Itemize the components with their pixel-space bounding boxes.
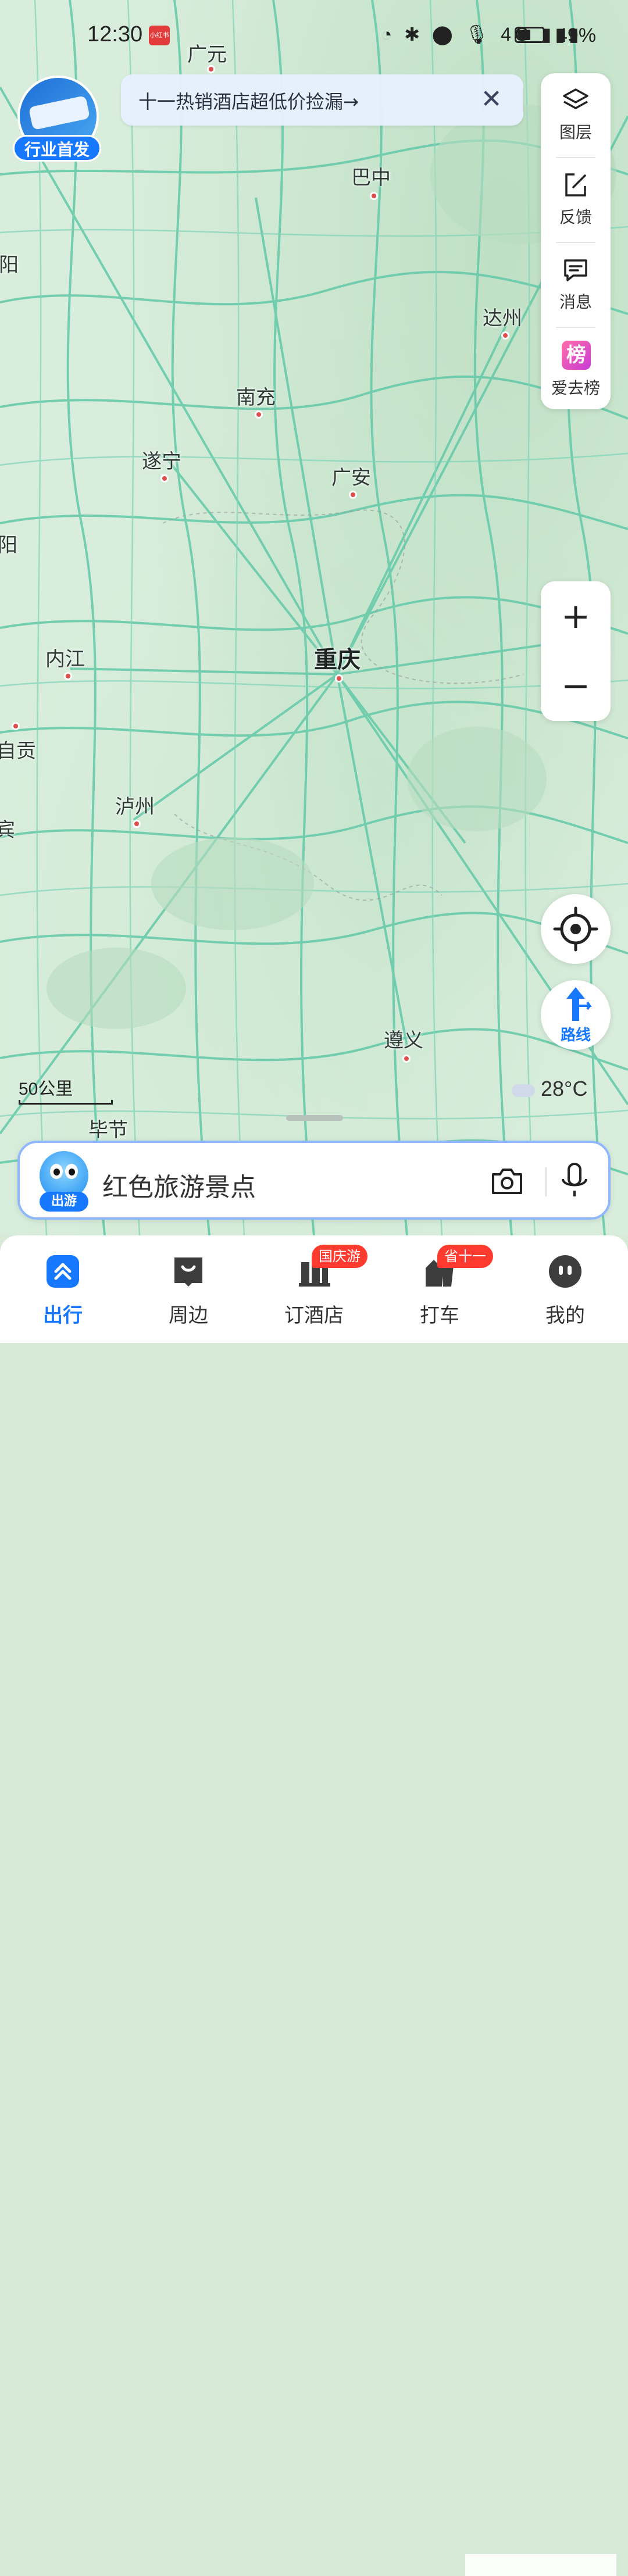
banner-text[interactable]: 十一热销酒店超低价捡漏→ — [138, 87, 359, 114]
city-dot — [12, 722, 20, 730]
route-arrow-icon — [566, 987, 592, 1021]
city-label-partial[interactable]: 宾 — [0, 814, 15, 842]
watermark-overlay — [465, 2554, 616, 2576]
feedback-icon — [565, 173, 586, 196]
city-dot — [501, 331, 509, 340]
bottom-nav: 出行 周边 订酒店 国庆游 打车 省十一 我的 — [0, 1235, 628, 2576]
layers-icon — [563, 88, 588, 109]
status-time: 12:30 — [87, 22, 143, 47]
temperature: 28°C — [541, 1077, 588, 1101]
profile-icon — [549, 1255, 581, 1288]
city-label-neijiang[interactable]: 内江 — [45, 643, 85, 671]
city-label-suining[interactable]: 遂宁 — [142, 445, 181, 474]
divider — [556, 327, 595, 328]
city-dot — [255, 410, 263, 419]
road-network — [0, 0, 628, 1235]
promo-avatar[interactable]: 行业首发 — [13, 76, 101, 163]
promo-tag: 行业首发 — [13, 135, 101, 162]
city-label-guangan[interactable]: 广安 — [331, 462, 371, 490]
nearby-icon — [174, 1257, 202, 1287]
scale-label: 50公里 — [19, 1080, 73, 1099]
promo-banner[interactable]: 十一热销酒店超低价捡漏→ ✕ — [121, 74, 523, 126]
weather-widget[interactable]: 28°C — [512, 1077, 587, 1101]
city-label-bijie[interactable]: 毕节 — [88, 1114, 128, 1142]
city-dot — [370, 192, 378, 200]
city-dot — [160, 474, 169, 483]
route-button[interactable]: 路线 — [541, 980, 611, 1050]
city-label-chongqing[interactable]: 重庆 — [314, 641, 361, 674]
messages-button[interactable]: 消息 — [541, 243, 611, 319]
city-label-zunyi[interactable]: 遵义 — [384, 1024, 423, 1053]
zoom-in-button[interactable]: + — [541, 581, 611, 651]
city-dot — [64, 672, 72, 680]
nav-item-nearby[interactable]: 周边 — [130, 1235, 247, 1343]
layers-button[interactable]: 图层 — [541, 73, 611, 149]
feedback-button[interactable]: 反馈 — [541, 158, 611, 234]
close-icon[interactable]: ✕ — [477, 85, 506, 114]
city-label-bazhong[interactable]: 巴中 — [351, 162, 391, 190]
city-dot-chongqing — [335, 674, 343, 683]
message-icon — [564, 259, 587, 281]
tool-label: 图层 — [559, 123, 592, 142]
search-placeholder[interactable]: 红色旅游景点 — [102, 1166, 256, 1203]
nav-item-hotel[interactable]: 订酒店 国庆游 — [256, 1235, 372, 1343]
mascot-tag: 出游 — [40, 1192, 88, 1212]
city-label-nanchong[interactable]: 南充 — [236, 381, 276, 410]
drag-handle[interactable] — [286, 1115, 343, 1121]
map-scale: 50公里 — [19, 1074, 113, 1105]
ranking-icon: 榜 — [562, 341, 591, 370]
city-label-luzhou[interactable]: 泸州 — [115, 791, 155, 819]
city-dot — [349, 491, 357, 499]
nav-label: 订酒店 — [284, 1304, 344, 1327]
tool-label: 消息 — [559, 292, 592, 312]
nav-item-mine[interactable]: 我的 — [507, 1235, 623, 1343]
city-label-partial[interactable]: 阳 — [0, 249, 19, 277]
city-label-zigong[interactable]: 自贡 — [0, 735, 36, 763]
cloud-icon — [512, 1084, 535, 1097]
city-label-dazhou[interactable]: 达州 — [483, 302, 522, 331]
app-notification-icon: 小红书 — [149, 26, 170, 45]
map-canvas[interactable]: 广元 巴中 达州 南充 遂宁 广安 重庆 内江 自贡 泸州 遵义 毕节 阳 阳 … — [0, 0, 628, 1235]
battery-percent: 49% — [556, 24, 597, 47]
status-icons: ◔ ✱ ⬤ 🎙 4G ▮▮▮ — [381, 24, 583, 45]
city-dot — [402, 1055, 411, 1063]
status-bar: 12:30 小红书 ◔ ✱ ⬤ 🎙 4G ▮▮▮ 49% — [0, 0, 628, 70]
route-label: 路线 — [560, 1027, 591, 1044]
divider — [545, 1167, 547, 1196]
city-dot — [133, 820, 141, 828]
nav-item-taxi[interactable]: 打车 省十一 — [381, 1235, 498, 1343]
ranking-button[interactable]: 榜 爱去榜 — [541, 329, 611, 405]
nav-label: 打车 — [420, 1304, 459, 1327]
crosshair-icon — [553, 906, 598, 952]
nav-item-travel[interactable]: 出行 — [5, 1235, 121, 1343]
map-tools-panel: 图层 反馈 消息 榜 爱去榜 — [541, 73, 611, 409]
nav-label: 出行 — [43, 1304, 83, 1327]
nav-label: 周边 — [169, 1304, 208, 1327]
zoom-control: + − — [541, 581, 611, 721]
search-bar[interactable]: 出游 红色旅游景点 — [17, 1141, 611, 1220]
microphone-icon[interactable] — [556, 1160, 593, 1201]
promo-badge: 省十一 — [437, 1245, 493, 1268]
battery-icon — [515, 27, 545, 43]
scale-bar — [19, 1100, 113, 1105]
camera-icon[interactable] — [488, 1163, 526, 1200]
zoom-out-button[interactable]: − — [541, 651, 611, 721]
nav-label: 我的 — [545, 1304, 585, 1327]
city-label-partial[interactable]: 阳 — [0, 529, 17, 558]
tool-label: 爱去榜 — [551, 378, 600, 398]
travel-icon — [47, 1255, 79, 1288]
locate-button[interactable] — [541, 894, 611, 964]
promo-badge: 国庆游 — [312, 1245, 367, 1268]
tool-label: 反馈 — [559, 208, 592, 227]
